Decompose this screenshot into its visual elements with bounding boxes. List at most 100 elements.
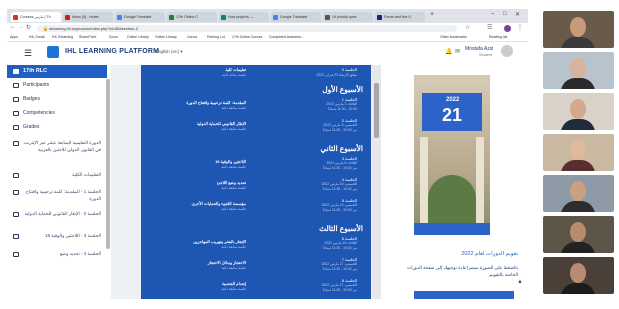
participant-video[interactable] [543, 257, 614, 294]
favicon-icon [169, 15, 174, 20]
activity-subtitle[interactable]: جلسة متاحة ذاتية [222, 73, 246, 77]
bell-icon[interactable]: 🔔 [445, 48, 452, 55]
activity-subtitle[interactable]: جلسة متابعة ذاتية [222, 287, 246, 291]
minimize-icon[interactable]: – [491, 11, 494, 17]
grid-icon [13, 125, 19, 130]
close-icon[interactable]: ✕ [515, 11, 520, 18]
content-scrollbar[interactable] [372, 65, 381, 299]
sidebar-item[interactable]: الدورة التعليمية السابعة عشر عبر الإنترن… [7, 140, 107, 153]
session-date: مغلق الأربعاء 23 فبراير 2022 [316, 73, 358, 77]
sidebar-item-label: Grades [23, 124, 40, 130]
activity-title[interactable]: مؤسسة اللجوء والحمايات الأخرى [192, 201, 246, 206]
browser-tab[interactable]: Google Translate [271, 12, 321, 22]
sidebar-item[interactable]: Badges [7, 96, 107, 103]
calendar-notice[interactable]: بالضغط على الصورة سيتم إعادة توجيهك إلى … [398, 265, 518, 278]
week-title[interactable]: الأسبوع الثالث [319, 224, 363, 233]
new-tab-icon[interactable]: + [430, 11, 434, 18]
bookmark-item[interactable]: IHL Gmail [29, 34, 44, 40]
activity-subtitle[interactable]: جلسة متابعة ذاتية [222, 127, 246, 131]
activity-title[interactable]: إنعدام الجنسية [222, 281, 246, 286]
sidebar-item-label: التعليمات الكلية [72, 172, 101, 177]
bookmark-item[interactable]: IHL Elearning [52, 34, 73, 40]
participant-video[interactable] [543, 134, 614, 171]
participant-video[interactable] [543, 216, 614, 253]
calendar-image[interactable] [414, 291, 514, 299]
sidebar-item[interactable]: الجلسة 4 - تحديد وضع [7, 251, 107, 258]
sidebar-item[interactable]: Grades [7, 124, 107, 131]
sidebar-item[interactable]: Competencies [7, 110, 107, 117]
bookmark-item[interactable]: Online Library [155, 34, 177, 40]
user-name[interactable]: Mostafa Aziz [465, 46, 493, 52]
back-icon[interactable]: ← [10, 24, 16, 30]
url-field[interactable]: 🔒 elearning.ihl.org/course/view.php?id=5… [37, 24, 457, 32]
platform-name[interactable]: IHL LEARNING PLATFORM [65, 48, 159, 55]
activity-title[interactable]: المقدمة: كلمة ترحيبية وافتتاح الدورة [186, 100, 246, 105]
browser-tab[interactable]: Inbox (5) - reuter [63, 12, 113, 22]
sidebar-item[interactable]: Participants [7, 82, 107, 89]
browser-tab[interactable]: How projects --- [219, 12, 269, 22]
participant-video[interactable] [543, 93, 614, 130]
favicon-icon [65, 15, 70, 20]
sidebar-item[interactable]: الجلسة 2 - الإطار القانوني للحماية الدول… [7, 211, 107, 218]
bookmark-item[interactable]: Online Library [127, 34, 149, 40]
language-selector[interactable]: English (en) ▾ [155, 49, 183, 55]
browser-tab[interactable]: 17th Online C [167, 12, 217, 22]
browser-tab[interactable]: Forum and the U [375, 12, 425, 22]
session-time: من 10:00 - 11:30 صباحاً [322, 166, 357, 170]
activity-title[interactable]: اللاجئين والوقية 19 [215, 159, 246, 164]
participant-video[interactable] [543, 175, 614, 212]
bookmark-item[interactable]: Other bookmarks [440, 34, 467, 40]
activity-subtitle[interactable]: جلسة متابعة ذاتية [222, 106, 246, 110]
favicon-icon [117, 15, 122, 20]
favicon-icon [13, 15, 18, 20]
sidebar-item[interactable]: الجلسة 3 - اللاجئين والوقية 19 [7, 233, 107, 240]
session-time: من 10:00 - 11:30 صباحاً [322, 128, 357, 132]
reload-icon[interactable]: ↻ [26, 24, 31, 31]
nav-drawer-icon[interactable]: ☰ [24, 48, 32, 59]
participant-video[interactable] [543, 52, 614, 89]
sidebar-course-header[interactable]: 17th RLC [7, 65, 107, 78]
sidebar-item[interactable]: التعليمات الكلية [7, 172, 107, 179]
extensions-icon[interactable]: ☰ [487, 24, 492, 31]
activity-title[interactable]: تحديد وضع اللاجئ [217, 180, 246, 185]
activity-subtitle[interactable]: جلسة متابعة ذاتية [222, 165, 246, 169]
participant-video[interactable] [543, 11, 614, 48]
menu-icon[interactable]: ⋮ [517, 24, 523, 31]
activity-title[interactable]: الاحتجاز وبدائل الاحتجاز [208, 260, 246, 265]
activity-subtitle[interactable]: جلسة متابعة ذاتية [222, 186, 246, 190]
bookmarks-bar: Apps IHL Gmail IHL Elearning SharePoint Zoom… [7, 33, 528, 42]
bookmark-item[interactable]: SharePoint [79, 34, 96, 40]
week-title[interactable]: الأسبوع الأول [322, 85, 363, 94]
annual-report-cover[interactable]: 2022 21 [414, 75, 490, 235]
favicon-icon [325, 15, 330, 20]
activity-subtitle[interactable]: جلسة متابعة ذاتية [222, 207, 246, 211]
browser-tab[interactable]: Courses مارس | Th [11, 12, 61, 22]
browser-tab[interactable]: Google Translate [115, 12, 165, 22]
bookmark-item[interactable]: Canva [187, 34, 197, 40]
avatar[interactable] [501, 45, 513, 57]
bookmark-item[interactable]: Parking Lot [207, 34, 225, 40]
sidebar-item[interactable]: الجلسة 1 - المقدمة: كلمة ترحيبية وافتتاح… [7, 189, 107, 202]
scroll-up-icon[interactable]: ▲ [517, 279, 523, 285]
chat-icon[interactable]: ✉ [455, 48, 460, 55]
bookmark-item[interactable]: Apps [10, 34, 18, 40]
forward-icon[interactable]: → [18, 24, 24, 30]
bookmark-item[interactable]: Zoom [109, 34, 118, 40]
bookmark-item[interactable]: Completed Assessm... [269, 34, 304, 40]
sidebar-scrollbar[interactable] [106, 79, 110, 249]
activity-title[interactable]: الإتجار بالبشر وتهريب المهاجرين [193, 239, 246, 244]
maximize-icon[interactable]: □ [503, 11, 507, 17]
scrollbar-thumb[interactable] [374, 83, 379, 138]
activity-title[interactable]: الإطار القانوني للحماية الدولية [197, 121, 246, 126]
session-date: الخميس، 10 مارس 2022 [321, 182, 357, 186]
week-title[interactable]: الأسبوع الثاني [320, 144, 363, 153]
activity-subtitle[interactable]: جلسة متابعة ذاتية [222, 266, 246, 270]
profile-icon[interactable] [504, 24, 511, 32]
participant-face [570, 222, 586, 242]
browser-tab[interactable]: 14 priority ques [323, 12, 373, 22]
activity-title[interactable]: تعليمات كلية [225, 67, 246, 72]
activity-subtitle[interactable]: جلسة متابعة ذاتية [222, 245, 246, 249]
bookmark-item[interactable]: Reading list [489, 34, 507, 40]
star-icon[interactable]: ☆ [465, 24, 470, 31]
bookmark-item[interactable]: 17th Online Course... [232, 34, 265, 40]
